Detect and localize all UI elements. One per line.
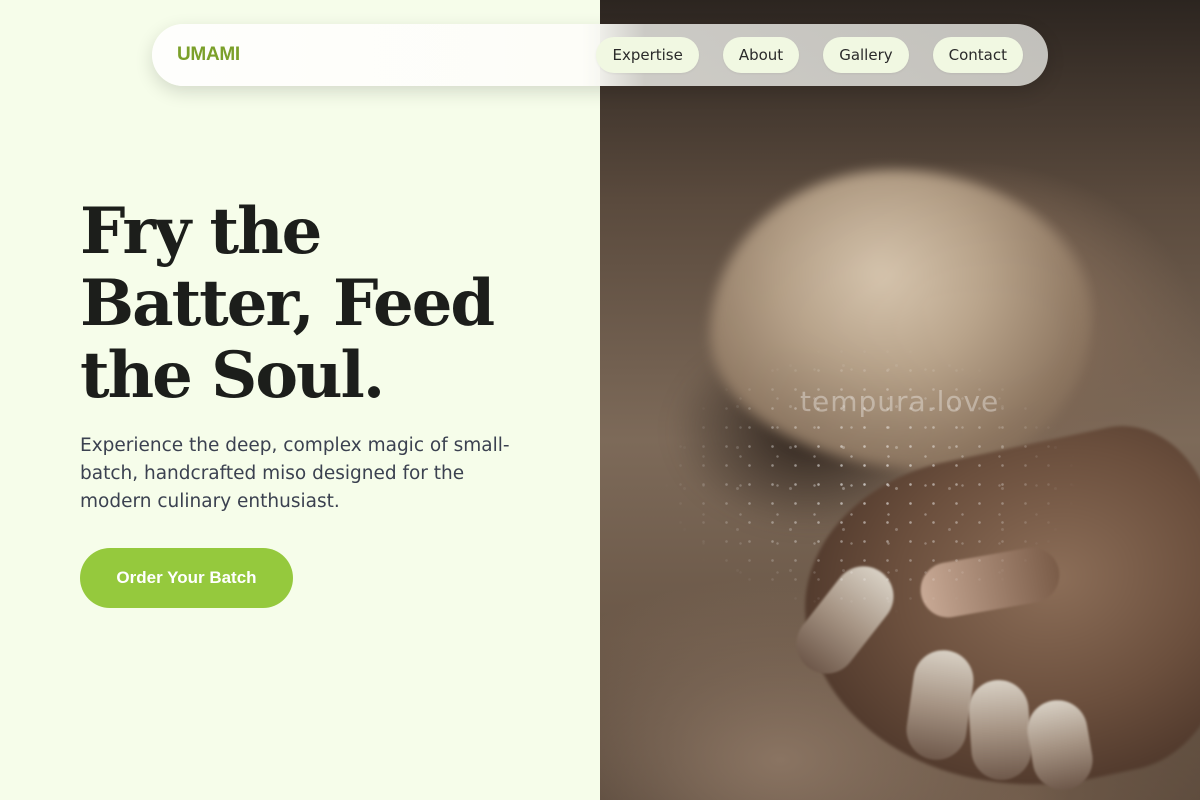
brand-logo[interactable]: UMAMI bbox=[177, 44, 240, 66]
hero-subtitle: Experience the deep, complex magic of sm… bbox=[80, 435, 510, 512]
hero-title: Fry the Batter, Feed the Soul. bbox=[80, 194, 495, 413]
nav-link-contact[interactable]: Contact bbox=[932, 37, 1023, 73]
nav-link-expertise[interactable]: Expertise bbox=[596, 37, 699, 73]
navbar: UMAMI Expertise About Gallery Contact bbox=[152, 24, 1048, 86]
nav-link-about[interactable]: About bbox=[722, 37, 800, 73]
order-batch-button[interactable]: Order Your Batch bbox=[80, 548, 293, 608]
hero-image: tempura.love bbox=[600, 0, 1200, 800]
nav-links: Expertise About Gallery Contact bbox=[596, 37, 1023, 73]
image-watermark: tempura.love bbox=[800, 385, 1000, 418]
nav-link-gallery[interactable]: Gallery bbox=[823, 37, 909, 73]
